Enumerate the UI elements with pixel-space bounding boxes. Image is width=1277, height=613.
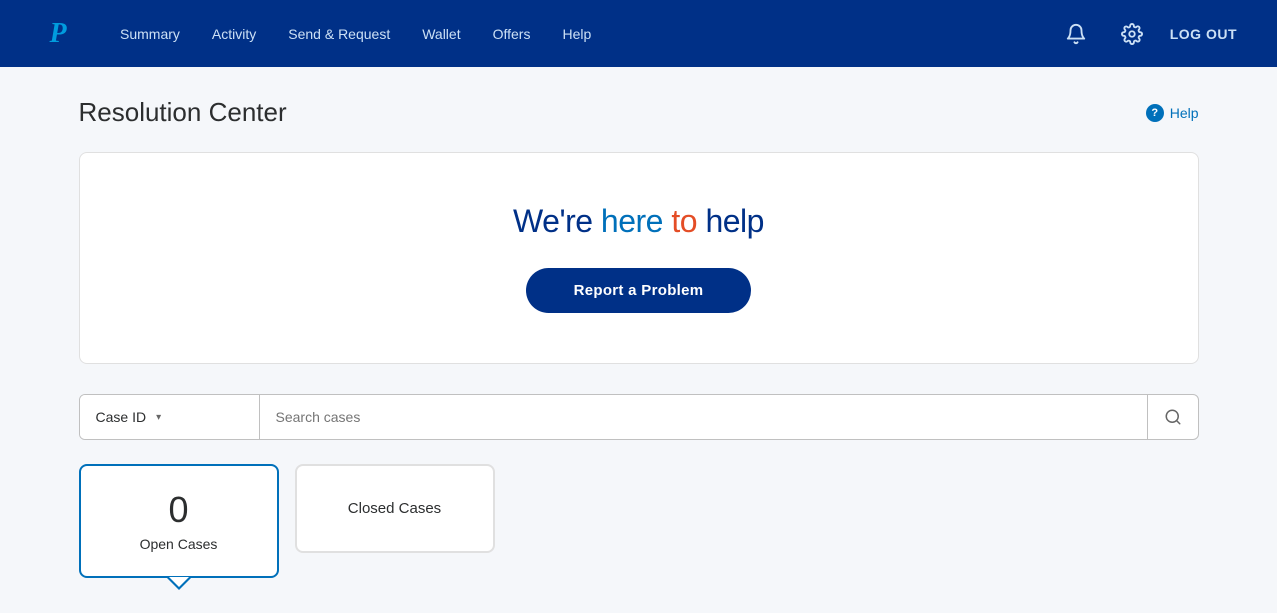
tab-open-cases[interactable]: 0 Open Cases: [79, 464, 279, 578]
search-icon: [1164, 408, 1182, 426]
hero-card: We're here to help Report a Problem: [79, 152, 1199, 364]
paypal-logo-letter: P: [49, 18, 66, 50]
closed-cases-label: Closed Cases: [329, 490, 461, 527]
open-cases-count: 0: [113, 490, 245, 530]
nav-links: Summary Activity Send & Request Wallet O…: [106, 18, 1058, 50]
nav-link-help[interactable]: Help: [548, 18, 605, 50]
page-title: Resolution Center: [79, 97, 287, 128]
search-dropdown-label: Case ID: [96, 409, 147, 425]
chevron-down-icon: ▾: [156, 412, 161, 423]
settings-gear-button[interactable]: [1114, 16, 1150, 52]
nav-link-offers[interactable]: Offers: [479, 18, 545, 50]
search-bar: Case ID ▾: [79, 394, 1199, 440]
paypal-logo[interactable]: P: [40, 16, 76, 52]
open-cases-label: Open Cases: [113, 536, 245, 552]
search-button[interactable]: [1147, 395, 1198, 439]
logout-button[interactable]: LOG OUT: [1170, 26, 1237, 42]
search-filter-dropdown[interactable]: Case ID ▾: [80, 395, 260, 439]
headline-help: help: [697, 203, 764, 239]
headline-to: to: [671, 203, 697, 239]
nav-link-activity[interactable]: Activity: [198, 18, 270, 50]
tabs-container: 0 Open Cases Closed Cases: [79, 464, 1199, 578]
tab-closed-cases[interactable]: Closed Cases: [295, 464, 495, 553]
help-link-label: Help: [1170, 105, 1199, 121]
headline-here: here: [601, 203, 663, 239]
page-header: Resolution Center ? Help: [79, 97, 1199, 128]
nav-right-actions: LOG OUT: [1058, 16, 1237, 52]
notification-bell-button[interactable]: [1058, 16, 1094, 52]
search-input[interactable]: [260, 395, 1147, 439]
help-icon: ?: [1146, 104, 1164, 122]
hero-headline: We're here to help: [120, 203, 1158, 240]
headline-we: We're: [513, 203, 601, 239]
nav-link-summary[interactable]: Summary: [106, 18, 194, 50]
nav-link-wallet[interactable]: Wallet: [408, 18, 474, 50]
page-container: Resolution Center ? Help We're here to h…: [39, 67, 1239, 608]
nav-link-send-request[interactable]: Send & Request: [274, 18, 404, 50]
navbar: P Summary Activity Send & Request Wallet…: [0, 0, 1277, 67]
report-problem-button[interactable]: Report a Problem: [526, 268, 752, 313]
help-link[interactable]: ? Help: [1146, 104, 1199, 122]
